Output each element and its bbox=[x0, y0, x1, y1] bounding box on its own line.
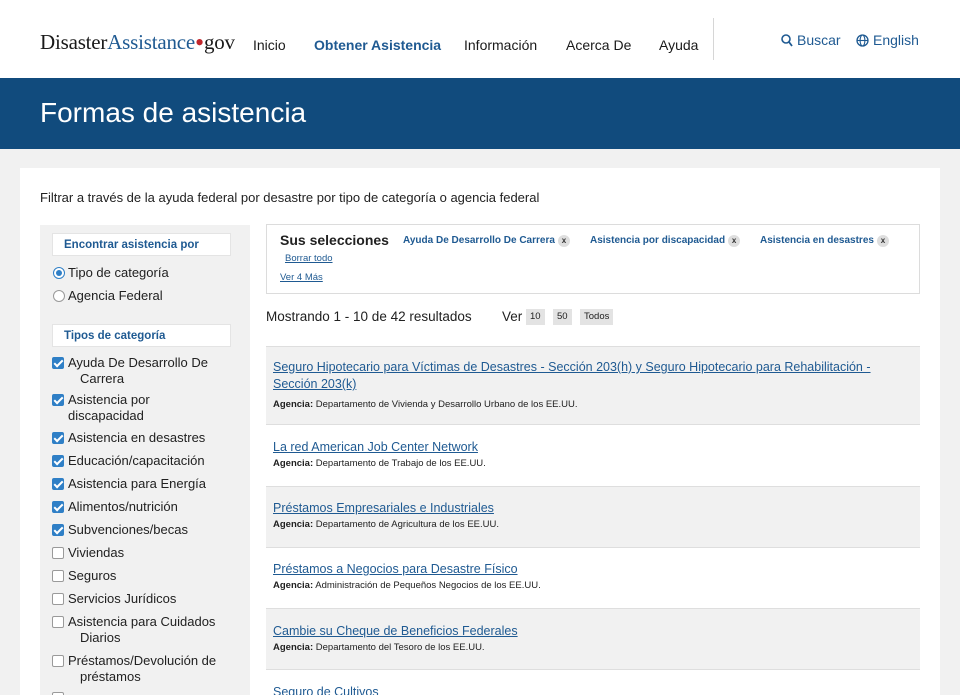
logo-part3: gov bbox=[203, 30, 235, 54]
search-icon bbox=[781, 34, 793, 47]
category-label-cont[interactable]: préstamos bbox=[80, 669, 141, 685]
page-size-all[interactable]: Todos bbox=[580, 309, 614, 325]
result-agency: Agencia: Departamento de Trabajo de los … bbox=[273, 458, 486, 469]
agency-label: Agencia: bbox=[273, 642, 314, 653]
language-button[interactable]: English bbox=[856, 32, 919, 48]
radio-tipo-categoria[interactable] bbox=[53, 267, 65, 279]
category-label[interactable]: Alimentos/nutrición bbox=[68, 499, 178, 515]
result-agency: Agencia: Administración de Pequeños Nego… bbox=[273, 580, 541, 591]
radio-label-agencia-federal[interactable]: Agencia Federal bbox=[68, 288, 163, 304]
page-banner: Formas de asistencia bbox=[0, 78, 960, 149]
logo-part1: Disaster bbox=[40, 30, 108, 54]
agency-label: Agencia: bbox=[273, 580, 314, 591]
page-title: Formas de asistencia bbox=[40, 97, 307, 128]
result-title-link[interactable]: Cambie su Cheque de Beneficios Federales bbox=[273, 623, 903, 640]
agency-label: Agencia: bbox=[273, 399, 314, 410]
site-header: DisasterAssistance•gov Inicio Obtener As… bbox=[0, 0, 960, 78]
category-label-cont[interactable]: discapacidad bbox=[68, 408, 144, 424]
checkbox-cuidados[interactable] bbox=[52, 616, 64, 628]
nav-inicio[interactable]: Inicio bbox=[253, 37, 286, 53]
category-label[interactable]: Subvenciones/becas bbox=[68, 522, 188, 538]
page-size-label: Ver bbox=[502, 309, 523, 324]
result-title-link[interactable]: Préstamos a Negocios para Desastre Físic… bbox=[273, 561, 903, 578]
logo-dot: • bbox=[195, 28, 204, 57]
chip-label: Ayuda De Desarrollo De Carrera bbox=[403, 235, 555, 246]
radio-agencia-federal[interactable] bbox=[53, 290, 65, 302]
intro-text: Filtrar a través de la ayuda federal por… bbox=[40, 190, 540, 205]
agency-value: Departamento de Trabajo de los EE.UU. bbox=[315, 458, 486, 469]
clear-all-link[interactable]: Borrar todo bbox=[285, 253, 333, 264]
search-label: Buscar bbox=[797, 32, 841, 48]
category-label[interactable]: Asistencia para Energía bbox=[68, 476, 206, 492]
result-agency: Agencia: Departamento de Agricultura de … bbox=[273, 519, 499, 530]
selections-title: Sus selecciones bbox=[280, 232, 389, 248]
nav-acerca-de[interactable]: Acerca De bbox=[566, 37, 631, 53]
remove-chip-icon[interactable]: x bbox=[728, 235, 741, 247]
globe-icon bbox=[856, 34, 869, 47]
category-heading: Tipos de categoría bbox=[52, 324, 231, 347]
remove-chip-icon[interactable]: x bbox=[876, 235, 889, 247]
checkbox-subvenciones[interactable] bbox=[52, 524, 64, 536]
chip-label: Asistencia en desastres bbox=[760, 235, 874, 246]
results-count: Mostrando 1 - 10 de 42 resultados bbox=[266, 309, 472, 324]
category-label[interactable]: Asistencia por bbox=[68, 392, 150, 408]
checkbox-juridicos[interactable] bbox=[52, 593, 64, 605]
category-label-cont[interactable]: Carrera bbox=[80, 371, 124, 387]
category-label[interactable]: Educación/capacitación bbox=[68, 453, 205, 469]
checkbox-carrera[interactable] bbox=[52, 357, 64, 369]
see-more-link[interactable]: Ver 4 Más bbox=[280, 272, 323, 283]
result-agency: Agencia: Departamento del Tesoro de los … bbox=[273, 642, 485, 653]
checkbox-alimentos[interactable] bbox=[52, 501, 64, 513]
checkbox-energia[interactable] bbox=[52, 478, 64, 490]
checkbox-prestamos[interactable] bbox=[52, 655, 64, 667]
page-size-50[interactable]: 50 bbox=[553, 309, 572, 325]
result-agency: Agencia: Departamento de Vivienda y Desa… bbox=[273, 399, 578, 410]
selection-chip[interactable]: Ayuda De Desarrollo De Carrera x bbox=[403, 235, 570, 247]
language-label: English bbox=[873, 32, 919, 48]
category-label[interactable]: Servicios Jurídicos bbox=[68, 591, 176, 607]
result-title-link[interactable]: La red American Job Center Network bbox=[273, 439, 903, 456]
result-title-link[interactable]: Seguro de Cultivos bbox=[273, 684, 903, 695]
selection-chip[interactable]: Asistencia en desastres x bbox=[760, 235, 889, 247]
checkbox-discapacidad[interactable] bbox=[52, 394, 64, 406]
page-size-10[interactable]: 10 bbox=[526, 309, 545, 325]
checkbox-educacion[interactable] bbox=[52, 455, 64, 467]
agency-value: Administración de Pequeños Negocios de l… bbox=[315, 580, 541, 591]
agency-label: Agencia: bbox=[273, 519, 314, 530]
agency-label: Agencia: bbox=[273, 458, 314, 469]
nav-informacion[interactable]: Información bbox=[464, 37, 537, 53]
nav-divider bbox=[713, 18, 714, 60]
nav-ayuda[interactable]: Ayuda bbox=[659, 37, 698, 53]
agency-value: Departamento de Vivienda y Desarrollo Ur… bbox=[315, 399, 578, 410]
search-button[interactable]: Buscar bbox=[781, 32, 841, 48]
checkbox-viviendas[interactable] bbox=[52, 547, 64, 559]
result-title-link[interactable]: Seguro Hipotecario para Víctimas de Desa… bbox=[273, 359, 903, 393]
find-by-heading: Encontrar asistencia por bbox=[52, 233, 231, 256]
chip-label: Asistencia por discapacidad bbox=[590, 235, 726, 246]
agency-value: Departamento del Tesoro de los EE.UU. bbox=[315, 642, 485, 653]
result-title-link[interactable]: Préstamos Empresariales e Industriales bbox=[273, 500, 903, 517]
checkbox-desastres[interactable] bbox=[52, 432, 64, 444]
category-label[interactable]: Préstamos/Devolución de bbox=[68, 653, 216, 669]
category-label[interactable]: Seguros bbox=[68, 568, 116, 584]
selection-chip[interactable]: Asistencia por discapacidad x bbox=[590, 235, 741, 247]
category-label[interactable]: Ayuda De Desarrollo De bbox=[68, 355, 208, 371]
category-label-cont[interactable]: Diarios bbox=[80, 630, 120, 646]
category-label[interactable]: Viviendas bbox=[68, 545, 124, 561]
logo-part2: Assistance bbox=[107, 30, 196, 54]
nav-obtener-asistencia[interactable]: Obtener Asistencia bbox=[314, 37, 441, 53]
category-label[interactable]: Asistencia para Cuidados bbox=[68, 614, 215, 630]
checkbox-seguros[interactable] bbox=[52, 570, 64, 582]
radio-label-tipo-categoria[interactable]: Tipo de categoría bbox=[68, 265, 169, 281]
site-logo[interactable]: DisasterAssistance•gov bbox=[40, 28, 235, 57]
category-label[interactable]: Asistencia en desastres bbox=[68, 430, 205, 446]
remove-chip-icon[interactable]: x bbox=[557, 235, 570, 247]
agency-value: Departamento de Agricultura de los EE.UU… bbox=[315, 519, 499, 530]
